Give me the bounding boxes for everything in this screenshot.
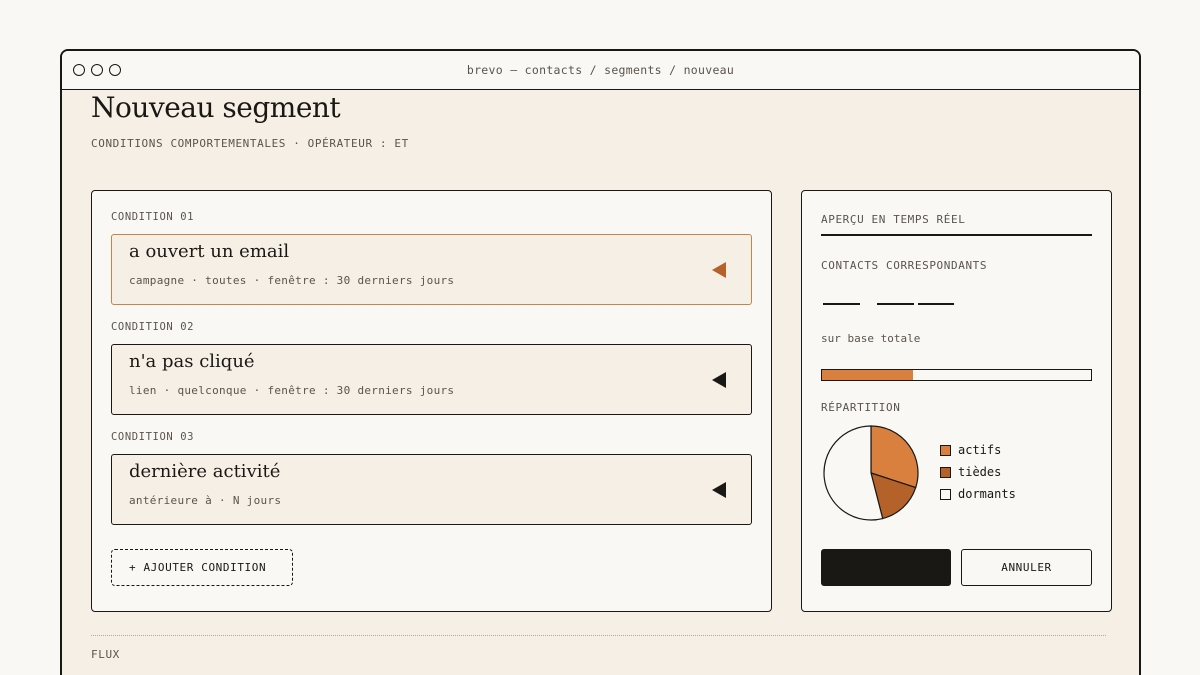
add-condition-button[interactable]: + AJOUTER CONDITION (111, 549, 293, 586)
legend-swatch (940, 489, 951, 500)
page-title: Nouveau segment (91, 91, 341, 124)
legend-swatch (940, 445, 951, 456)
distribution-pie-chart (823, 425, 919, 521)
browser-window: brevo — contacts / segments / nouveau No… (60, 49, 1141, 675)
condition-title: n'a pas cliqué (129, 351, 255, 372)
legend-label: tièdes (958, 465, 1002, 479)
flux-divider (91, 635, 1106, 636)
preview-divider (821, 234, 1092, 236)
match-progress-bar (821, 369, 1092, 381)
legend-label: actifs (958, 443, 1002, 457)
condition-detail: antérieure à · N jours (129, 494, 282, 507)
legend-item: tièdes (940, 463, 1016, 485)
legend-item: dormants (940, 485, 1016, 507)
legend-item: actifs (940, 441, 1016, 463)
condition-card-last-activity[interactable]: dernière activité antérieure à · N jours (111, 454, 752, 525)
preview-panel: APERÇU EN TEMPS RÉEL CONTACTS CORRESPOND… (801, 190, 1112, 612)
window-titlebar: brevo — contacts / segments / nouveau (62, 51, 1139, 90)
distribution-label: RÉPARTITION (821, 401, 901, 414)
match-progress-fill (822, 370, 914, 380)
caret-left-icon[interactable] (712, 262, 726, 278)
condition-label: CONDITION 02 (111, 321, 195, 333)
distribution-legend: actifs tièdes dormants (940, 441, 1016, 507)
condition-label: CONDITION 03 (111, 431, 195, 443)
base-total-label: sur base totale (821, 332, 921, 345)
condition-title: dernière activité (129, 461, 281, 482)
contacts-label: CONTACTS CORRESPONDANTS (821, 259, 988, 272)
page-subtitle: CONDITIONS COMPORTEMENTALES · OPÉRATEUR … (91, 137, 409, 150)
condition-detail: campagne · toutes · fenêtre : 30 dernier… (129, 274, 455, 287)
cancel-button[interactable]: ANNULER (961, 549, 1092, 586)
save-segment-button[interactable] (821, 549, 951, 586)
flux-label: FLUX (91, 648, 120, 661)
caret-left-icon[interactable] (712, 482, 726, 498)
condition-detail: lien · quelconque · fenêtre : 30 dernier… (129, 384, 455, 397)
contacts-count-placeholder (823, 303, 860, 305)
legend-swatch (940, 467, 951, 478)
preview-heading: APERÇU EN TEMPS RÉEL (821, 213, 966, 226)
contacts-count-placeholder (877, 303, 914, 305)
condition-title: a ouvert un email (129, 241, 290, 262)
window-url: brevo — contacts / segments / nouveau (466, 63, 735, 77)
condition-card-not-clicked[interactable]: n'a pas cliqué lien · quelconque · fenêt… (111, 344, 752, 415)
condition-label: CONDITION 01 (111, 211, 195, 223)
legend-label: dormants (958, 487, 1016, 501)
caret-left-icon[interactable] (712, 372, 726, 388)
conditions-panel: CONDITION 01 a ouvert un email campagne … (91, 190, 772, 612)
contacts-count-placeholder (918, 303, 954, 305)
condition-card-opened-email[interactable]: a ouvert un email campagne · toutes · fe… (111, 234, 752, 305)
